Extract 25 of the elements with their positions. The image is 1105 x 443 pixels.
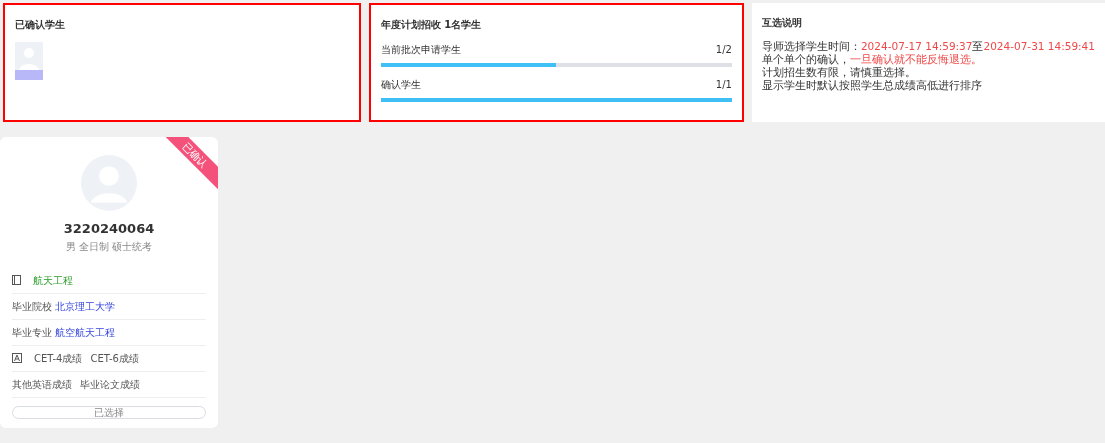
note-line: 导师选择学生时间：2024-07-17 14:59:37至2024-07-31 14:59:41 [761,40,1095,53]
note-line: 计划招生数有限，请慎重选择。 [761,66,917,79]
score-label: 毕业论文成绩 [80,377,140,392]
student-meta: 男 全日制 硕士统考 [64,239,154,254]
avatar-icon [15,42,43,80]
score-label: 其他英语成绩 [12,377,72,392]
specialty-text: 航天工程 [33,273,73,288]
panel-title: 互选说明 [761,16,802,30]
field-label: 毕业院校 [12,299,52,314]
field-label: 毕业专业 [12,325,52,340]
panel-title: 年度计划招收 1名学生 [380,18,482,32]
progress-label: 确认学生 [380,78,421,92]
score-label: CET-4成绩 [34,351,83,366]
student-id: 3220240064 [62,220,156,238]
score-label: CET-6成绩 [90,351,139,366]
progress-label: 当前批次申请学生 [380,43,461,57]
field-value[interactable]: 北京理工大学 [55,298,115,314]
progress-reading: 1/1 [715,78,732,92]
field-value[interactable]: 航空航天工程 [55,324,115,340]
note-line: 单个单个的确认，一旦确认就不能反悔退选。 [761,53,983,66]
progress-reading: 1/2 [715,43,732,57]
book-icon [12,275,21,285]
letter-a-icon [12,353,22,363]
note-line: 显示学生时默认按照学生总成绩高低进行排序 [761,79,983,92]
panel-title: 已确认学生 [15,18,65,32]
